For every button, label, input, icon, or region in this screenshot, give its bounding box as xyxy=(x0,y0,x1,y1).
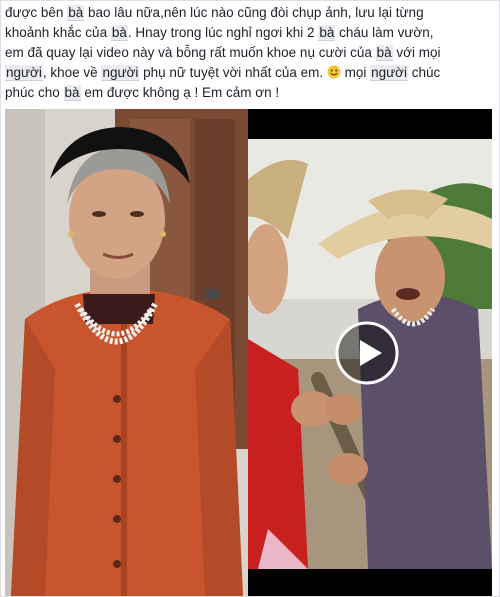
video-thumbnail[interactable] xyxy=(248,109,492,596)
play-icon xyxy=(335,321,399,385)
play-button[interactable] xyxy=(334,320,400,386)
mention-link[interactable]: người xyxy=(370,65,409,81)
post-text-run: phúc cho xyxy=(5,85,64,100)
post-text-run: phụ nữ tuyệt vời nhất của em. xyxy=(139,65,327,80)
post-text-run: . Hnay trong lúc nghỉ ngơi khi 2 xyxy=(127,25,319,40)
post-text-run: cháu làm vườn, xyxy=(335,25,434,40)
post-line: được bên bà bao lâu nữa,nên lúc nào cũng… xyxy=(5,3,495,23)
mention-link[interactable]: bà xyxy=(63,85,81,101)
post-text-run: với mọi xyxy=(392,45,441,60)
mention-link[interactable]: bà xyxy=(375,45,393,61)
post-text-run: khoảnh khắc của xyxy=(5,25,111,40)
post-text-run: mọi xyxy=(340,65,371,80)
post-line: phúc cho bà em được không ạ ! Em cảm ơn … xyxy=(5,83,495,103)
post-line: em đã quay lại video này và bỗng rất muố… xyxy=(5,43,495,63)
post-text-run: chúc xyxy=(408,65,441,80)
post-line: khoảnh khắc của bà. Hnay trong lúc nghỉ … xyxy=(5,23,495,43)
mention-link[interactable]: bà xyxy=(110,25,128,41)
post-text-run: em đã quay lại video này và bỗng rất muố… xyxy=(5,45,376,60)
post-line: người, khoe về người phụ nữ tuyệt vời nh… xyxy=(5,63,495,83)
post-card: được bên bà bao lâu nữa,nên lúc nào cũng… xyxy=(0,0,500,597)
smile-icon xyxy=(327,65,341,79)
photo-grandmother-illustration xyxy=(5,109,249,596)
post-text-run: , khoe về xyxy=(42,65,102,80)
photo-grandmother[interactable] xyxy=(5,109,249,596)
post-text-run: em được không ạ ! Em cảm ơn ! xyxy=(80,85,280,100)
post-text-run: được bên xyxy=(5,5,68,20)
mention-link[interactable]: bà xyxy=(318,25,336,41)
post-text-run: bao lâu nữa,nên lúc nào cũng đòi chụp ản… xyxy=(84,5,424,20)
mention-link[interactable]: bà xyxy=(67,5,85,21)
post-message: được bên bà bao lâu nữa,nên lúc nào cũng… xyxy=(5,3,495,103)
mention-link[interactable]: người xyxy=(5,65,43,81)
mention-link[interactable]: người xyxy=(101,65,140,81)
